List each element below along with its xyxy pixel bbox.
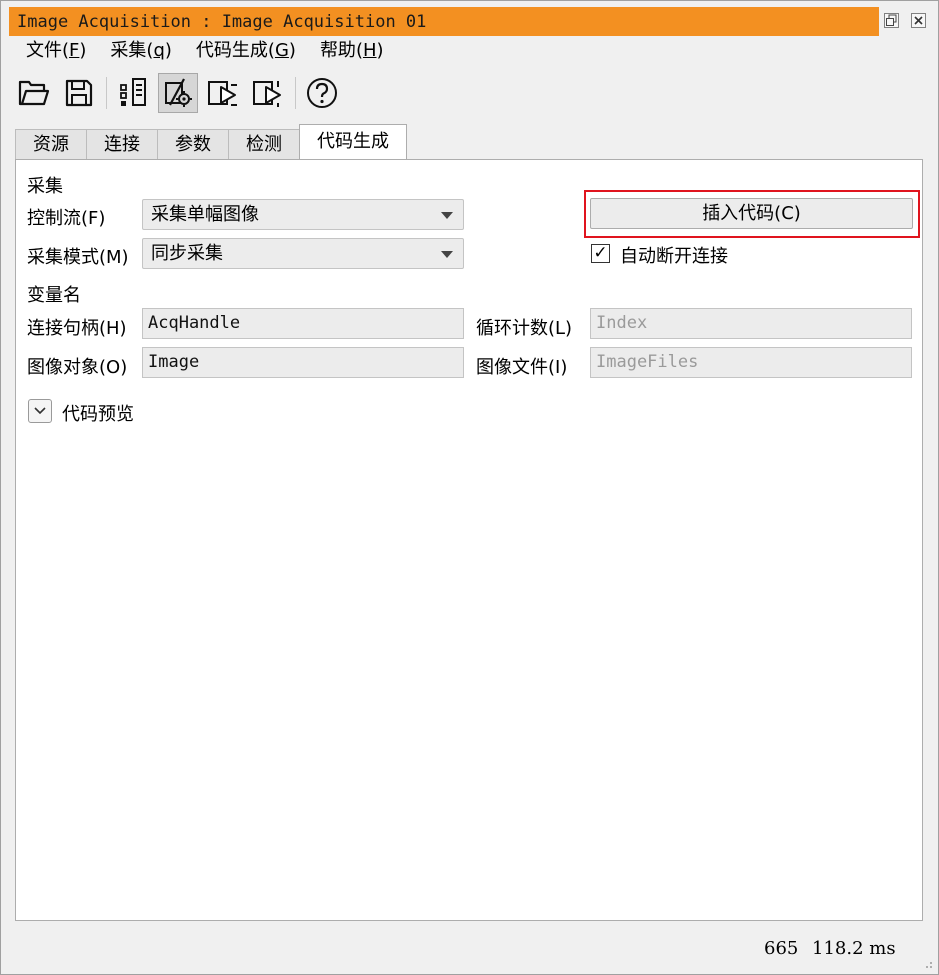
variable-names-heading: 变量名 xyxy=(27,285,81,306)
code-preview-toggle[interactable] xyxy=(28,399,52,423)
auto-disconnect-label: 自动断开连接 xyxy=(620,246,728,267)
tab-resources[interactable]: 资源 xyxy=(15,129,87,159)
menu-acquisition-label: 采集 xyxy=(110,40,147,61)
live-icon xyxy=(253,81,281,107)
loop-counter-label: 循环计数(L) xyxy=(476,318,573,339)
tab-inspect[interactable]: 检测 xyxy=(228,129,300,159)
resize-grip-icon[interactable] xyxy=(923,959,933,969)
image-files-label: 图像文件(I) xyxy=(476,357,568,378)
open-button[interactable] xyxy=(14,73,54,113)
connect-settings-button[interactable] xyxy=(158,73,198,113)
code-preview-label: 代码预览 xyxy=(62,404,134,425)
handle-label: 连接句柄(H) xyxy=(27,318,127,339)
tab-parameters[interactable]: 参数 xyxy=(157,129,229,159)
window-title: Image Acquisition : Image Acquisition 01 xyxy=(17,11,427,32)
folder-open-icon xyxy=(18,80,50,106)
loop-counter-input: Index xyxy=(590,308,912,339)
detect-icon xyxy=(120,78,146,106)
menu-codegen-mnemonic: G xyxy=(274,40,289,61)
snap-button[interactable] xyxy=(203,73,243,113)
snap-icon xyxy=(208,81,237,106)
menu-help-mnemonic: H xyxy=(362,40,377,61)
menu-file-label: 文件 xyxy=(26,40,62,61)
connect-settings-icon xyxy=(165,78,192,107)
menu-file-mnemonic: F xyxy=(69,40,80,61)
control-flow-label: 控制流(F) xyxy=(27,208,106,229)
acquisition-mode-select[interactable]: 同步采集 xyxy=(142,238,464,269)
menu-file[interactable]: 文件(F) xyxy=(14,37,98,65)
menu-help[interactable]: 帮助(H) xyxy=(308,37,396,65)
acquisition-mode-value: 同步采集 xyxy=(151,243,223,264)
status-time: 118.2 ms xyxy=(812,938,896,959)
acquisition-heading: 采集 xyxy=(27,176,63,197)
menu-help-label: 帮助 xyxy=(319,40,356,61)
help-button[interactable] xyxy=(302,73,342,113)
status-count: 665 xyxy=(764,938,799,959)
tab-bar: 资源 连接 参数 检测 代码生成 xyxy=(15,124,407,159)
auto-disconnect-checkbox[interactable]: ✓ xyxy=(591,244,610,263)
image-object-input[interactable]: Image xyxy=(142,347,464,378)
chevron-down-icon xyxy=(441,212,453,219)
menu-bar: 文件(F) 采集(q) 代码生成(G) 帮助(H) xyxy=(14,37,396,65)
restore-icon[interactable] xyxy=(884,13,899,28)
detect-button[interactable] xyxy=(113,73,153,113)
chevron-down-icon xyxy=(34,407,46,415)
menu-acquisition-mnemonic: q xyxy=(153,40,165,61)
tab-code-generation[interactable]: 代码生成 xyxy=(299,124,407,159)
toolbar-separator xyxy=(295,77,296,109)
title-bar[interactable]: Image Acquisition : Image Acquisition 01 xyxy=(9,7,879,36)
menu-codegen[interactable]: 代码生成(G) xyxy=(184,37,308,65)
acquisition-mode-label: 采集模式(M) xyxy=(27,247,129,268)
toolbar xyxy=(14,70,347,116)
checkmark-icon: ✓ xyxy=(593,243,608,263)
insert-code-button[interactable]: 插入代码(C) xyxy=(590,198,913,229)
tab-connection[interactable]: 连接 xyxy=(86,129,158,159)
image-object-label: 图像对象(O) xyxy=(27,357,128,378)
menu-acquisition[interactable]: 采集(q) xyxy=(98,37,184,65)
toolbar-separator xyxy=(106,77,107,109)
chevron-down-icon xyxy=(441,251,453,258)
code-generation-panel: 采集 控制流(F) 采集单幅图像 采集模式(M) 同步采集 插入代码(C) ✓ … xyxy=(15,159,923,921)
save-button[interactable] xyxy=(59,73,99,113)
help-icon xyxy=(307,78,337,108)
image-files-input: ImageFiles xyxy=(590,347,912,378)
handle-input[interactable]: AcqHandle xyxy=(142,308,464,339)
live-button[interactable] xyxy=(248,73,288,113)
save-icon xyxy=(65,79,93,107)
menu-codegen-label: 代码生成 xyxy=(195,40,268,61)
control-flow-value: 采集单幅图像 xyxy=(151,204,259,225)
control-flow-select[interactable]: 采集单幅图像 xyxy=(142,199,464,230)
close-icon[interactable] xyxy=(911,13,926,28)
